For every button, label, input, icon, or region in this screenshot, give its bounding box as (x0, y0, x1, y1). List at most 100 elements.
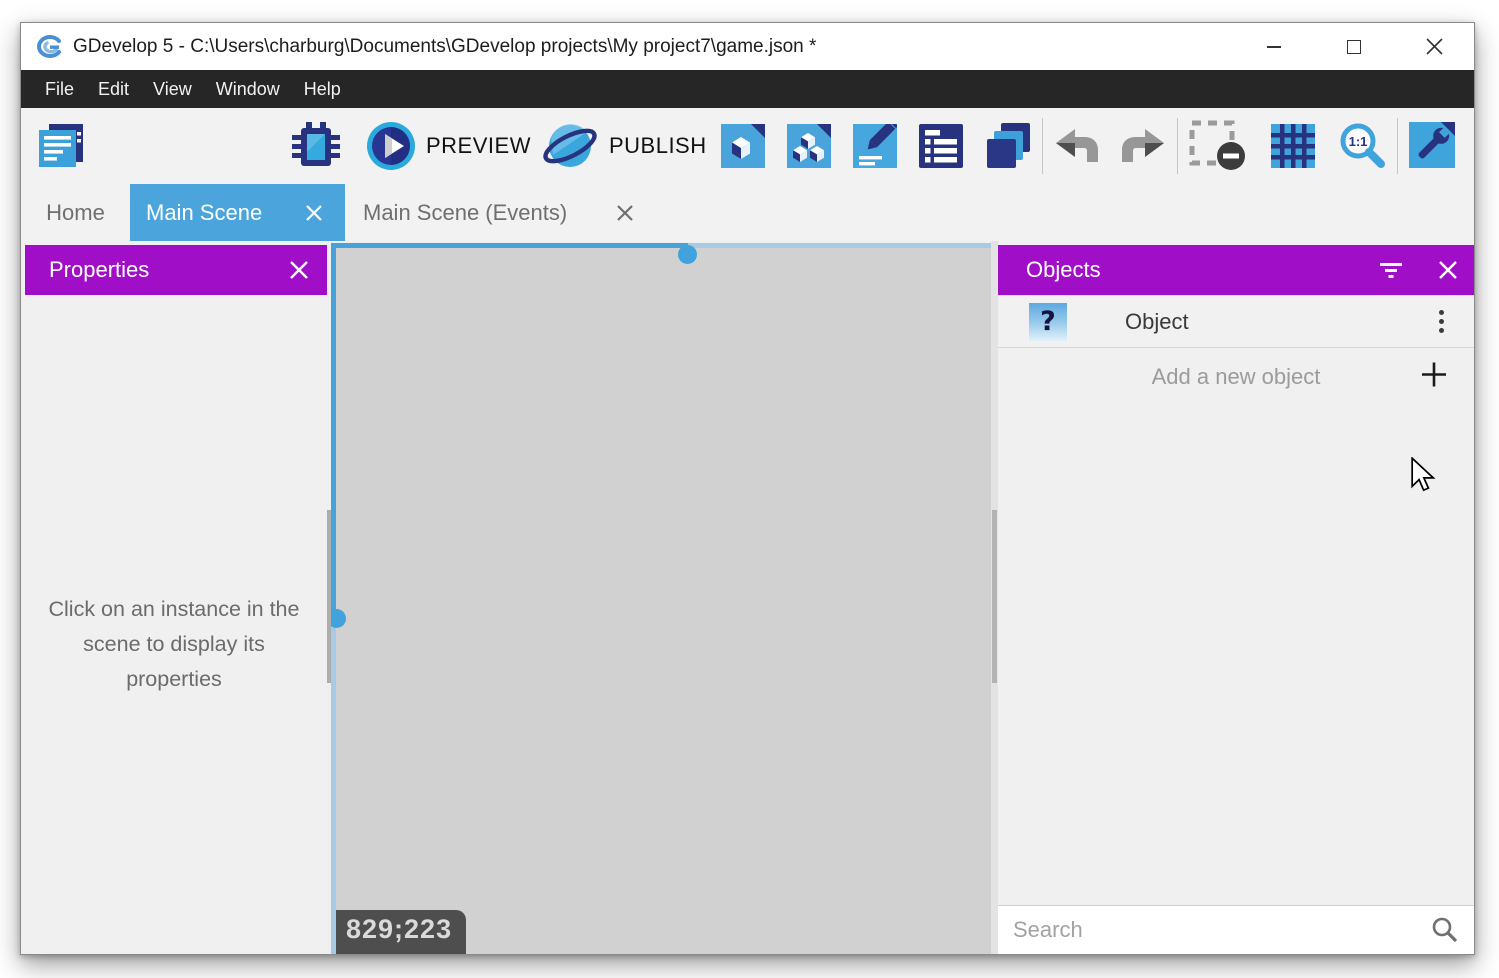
publish-globe-icon (541, 119, 599, 173)
selection-edge-top-light (688, 243, 991, 248)
preview-play-icon (366, 121, 416, 171)
menu-bar: File Edit View Window Help (21, 70, 1474, 108)
properties-close-button[interactable] (289, 260, 309, 280)
events-icon (919, 124, 963, 168)
tab-close-button[interactable] (305, 204, 323, 222)
toolbar-separator (1177, 118, 1178, 174)
toolbar-separator (1397, 118, 1398, 174)
gdevelop-logo-icon (35, 33, 63, 61)
cursor-coordinates-badge: 829;223 (336, 910, 466, 954)
close-icon (289, 260, 309, 280)
canvas-right-scrollbar-thumb[interactable] (992, 510, 997, 683)
tab-home-label: Home (46, 200, 105, 226)
tab-close-button[interactable] (616, 204, 634, 222)
debug-icon (292, 122, 340, 170)
maximize-icon (1347, 40, 1361, 54)
undo-icon (1054, 129, 1100, 163)
project-manager-button[interactable] (35, 121, 87, 171)
redo-button[interactable] (1120, 129, 1166, 163)
objects-search-input[interactable] (998, 917, 1430, 943)
objects-panel-title: Objects (1026, 257, 1101, 283)
tab-main-scene[interactable]: Main Scene (130, 184, 345, 241)
filter-icon (1378, 259, 1404, 281)
preview-button-label: PREVIEW (426, 133, 531, 159)
close-icon (1426, 38, 1443, 55)
scene-canvas[interactable]: 829;223 (327, 241, 998, 954)
selection-edge-left (331, 243, 336, 619)
app-window: GDevelop 5 - C:\Users\charburg\Documents… (20, 22, 1475, 955)
toggle-grid-button[interactable] (1271, 124, 1315, 168)
objects-panel: Objects (998, 241, 1474, 954)
zoom-original-button[interactable]: 1:1 (1338, 122, 1386, 170)
properties-empty-message: Click on an instance in the scene to dis… (43, 592, 305, 696)
editor-tabs: Home Main Scene Main Scene (Events) (21, 184, 1474, 241)
tab-main-scene-events[interactable]: Main Scene (Events) (345, 184, 656, 241)
mouse-cursor (1410, 457, 1436, 493)
objects-filter-button[interactable] (1378, 259, 1404, 281)
objects-close-button[interactable] (1438, 260, 1458, 280)
object-name: Object (1125, 309, 1189, 335)
window-title: GDevelop 5 - C:\Users\charburg\Documents… (73, 36, 816, 58)
tools-icon (1409, 122, 1457, 170)
menu-view[interactable]: View (141, 70, 204, 108)
search-icon[interactable] (1430, 915, 1460, 945)
close-icon (616, 204, 634, 222)
objects-groups-button[interactable] (787, 124, 831, 168)
add-object-button[interactable]: Add a new object (998, 348, 1474, 405)
layers-button[interactable] (985, 123, 1031, 169)
scene-icon (721, 124, 765, 168)
properties-panel-header: Properties (25, 245, 327, 295)
canvas-right-scrollbar-track[interactable] (991, 241, 998, 954)
menu-help[interactable]: Help (292, 70, 353, 108)
selection-edge-left-light (331, 619, 336, 954)
main-toolbar: PREVIEW PUBLISH (21, 108, 1474, 184)
scene-canvas-surface[interactable] (336, 243, 991, 954)
objects-groups-icon (787, 124, 831, 168)
close-icon (1438, 260, 1458, 280)
undo-button[interactable] (1054, 129, 1100, 163)
tab-main-scene-label: Main Scene (146, 200, 262, 226)
minimize-icon (1267, 46, 1281, 48)
events-button[interactable] (919, 124, 963, 168)
window-controls (1234, 23, 1474, 70)
canvas-left-scrollbar-thumb[interactable] (327, 510, 331, 683)
menu-window[interactable]: Window (204, 70, 292, 108)
properties-panel: Properties Click on an instance in the s… (21, 241, 327, 954)
maximize-button[interactable] (1314, 23, 1394, 70)
tab-home[interactable]: Home (21, 184, 130, 241)
objects-search-bar (998, 905, 1474, 954)
objects-panel-empty-area (998, 405, 1474, 905)
close-button[interactable] (1394, 23, 1474, 70)
menu-edit[interactable]: Edit (86, 70, 141, 108)
plus-icon (1420, 360, 1448, 393)
layers-icon (985, 123, 1031, 169)
selection-edge-top (331, 243, 688, 248)
scene-properties-icon (853, 124, 897, 168)
project-manager-icon (35, 121, 87, 171)
zoom-1-1-icon: 1:1 (1338, 122, 1386, 170)
objects-panel-header: Objects (998, 245, 1474, 295)
scene-tools-button[interactable] (1409, 122, 1457, 170)
publish-button[interactable]: PUBLISH (541, 119, 707, 173)
minimize-button[interactable] (1234, 23, 1314, 70)
editor-content: Properties Click on an instance in the s… (21, 241, 1474, 954)
scene-properties-button[interactable] (853, 124, 897, 168)
menu-file[interactable]: File (33, 70, 86, 108)
selection-resize-handle-top[interactable] (678, 245, 697, 264)
preview-button[interactable]: PREVIEW (366, 121, 531, 171)
redo-icon (1120, 129, 1166, 163)
properties-panel-title: Properties (49, 257, 149, 283)
add-object-label: Add a new object (1152, 364, 1321, 390)
tab-main-scene-events-label: Main Scene (Events) (363, 200, 567, 226)
edit-scene-button[interactable] (721, 124, 765, 168)
toolbar-separator (1042, 118, 1043, 174)
object-list-item[interactable]: ? Object (998, 295, 1474, 348)
properties-panel-body: Click on an instance in the scene to dis… (21, 295, 327, 954)
deselect-icon (1189, 120, 1247, 172)
debug-button[interactable] (292, 122, 340, 170)
object-menu-button[interactable] (1439, 310, 1444, 333)
title-bar: GDevelop 5 - C:\Users\charburg\Documents… (21, 23, 1474, 70)
clear-selection-button[interactable] (1189, 120, 1247, 172)
publish-button-label: PUBLISH (609, 133, 707, 159)
grid-icon (1271, 124, 1315, 168)
